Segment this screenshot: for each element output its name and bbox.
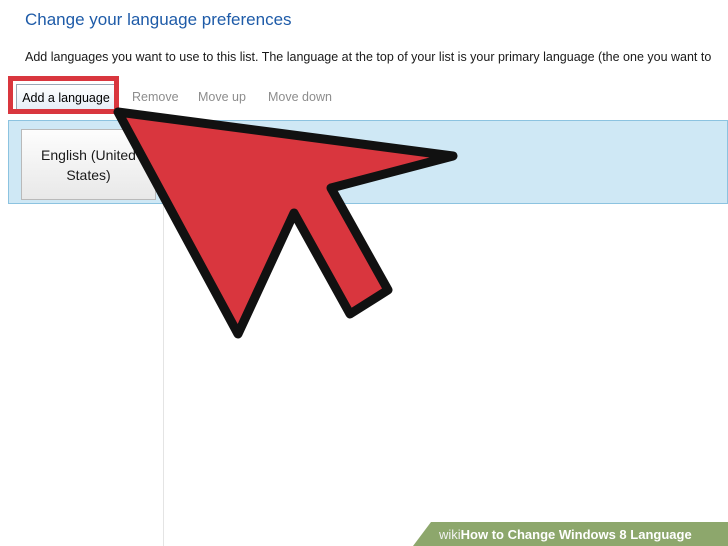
watermark-brand: wiki bbox=[439, 526, 461, 542]
language-details: ...age: Enabled ...International ...g bbox=[159, 139, 240, 186]
list-divider bbox=[163, 204, 164, 546]
red-pointer-arrow-icon bbox=[113, 107, 458, 339]
remove-button[interactable]: Remove bbox=[132, 84, 179, 110]
language-list-row[interactable]: English (United States) ...age: Enabled … bbox=[8, 120, 728, 204]
add-language-button[interactable]: Add a language bbox=[16, 84, 116, 110]
move-down-button[interactable]: Move down bbox=[268, 84, 332, 110]
language-detail-line: ...age: Enabled bbox=[159, 139, 240, 153]
watermark-title: How to Change Windows 8 Language bbox=[460, 526, 692, 542]
page-title: Change your language preferences bbox=[25, 10, 292, 29]
language-detail-line: ...International bbox=[159, 154, 236, 169]
wikihow-watermark: wiki How to Change Windows 8 Language bbox=[413, 522, 728, 546]
language-detail-line: ...g bbox=[159, 170, 176, 184]
move-up-button[interactable]: Move up bbox=[198, 84, 246, 110]
description-text: Add languages you want to use to this li… bbox=[25, 50, 712, 64]
language-tile[interactable]: English (United States) bbox=[21, 129, 156, 200]
